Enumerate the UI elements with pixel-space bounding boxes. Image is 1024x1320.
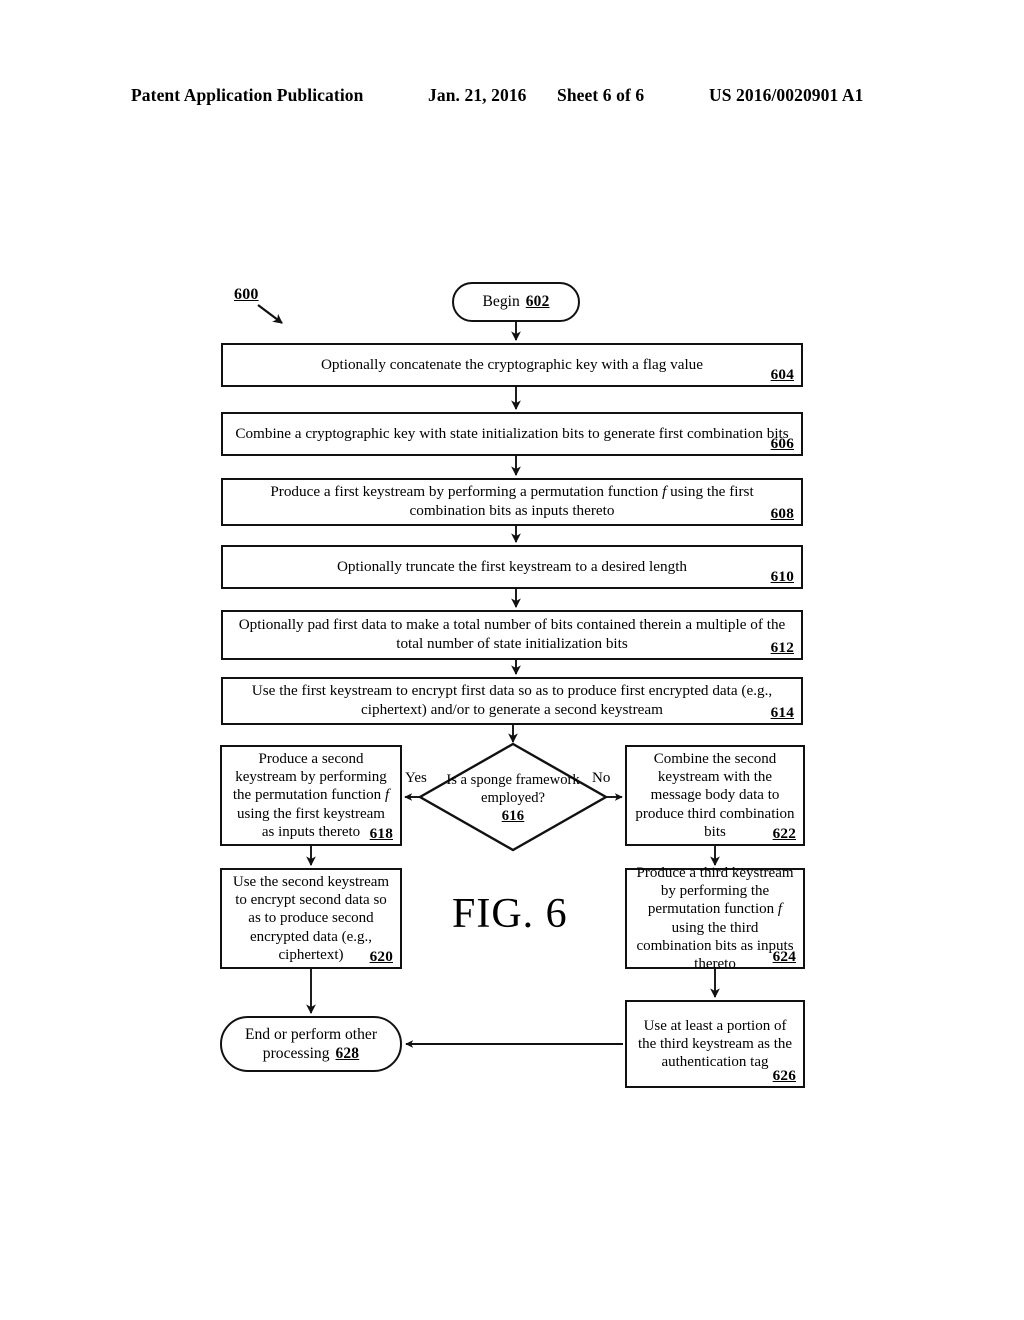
node-608-text: Produce a first keystream by performing … [223,483,801,520]
node-process-626[interactable]: Use at least a portion of the third keys… [625,1000,805,1088]
node-process-606[interactable]: Combine a cryptographic key with state i… [221,412,803,456]
node-608-text-a: Produce a first keystream by performing … [270,483,663,501]
node-624-text-a: Produce a third keystream by performing … [636,864,794,918]
node-602-text: Begin [482,293,520,311]
node-618-text-b: using the first keystream as inputs ther… [237,805,385,840]
node-626-ref: 626 [772,1067,796,1084]
node-614-text: Use the first keystream to encrypt first… [251,682,773,718]
node-626-text: Use at least a portion of the third keys… [637,1017,793,1071]
node-process-608[interactable]: Produce a first keystream by performing … [221,478,803,526]
node-process-624[interactable]: Produce a third keystream by performing … [625,864,805,972]
figure-6-flowchart: 600 Begin 602 Optionally concatenate the … [0,0,1024,1320]
node-624-ref: 624 [772,948,796,965]
node-process-620[interactable]: Use the second keystream to encrypt seco… [220,868,402,969]
node-612-text: Optionally pad first data to make a tota… [238,616,786,652]
branch-label-no: No [592,770,611,786]
branch-label-yes: Yes [405,770,427,786]
node-618-ref: 618 [369,825,393,842]
node-process-612[interactable]: Optionally pad first data to make a tota… [221,610,803,660]
node-process-622[interactable]: Combine the second keystream with the me… [625,745,805,846]
flowchart-connectors [257,304,720,1048]
node-602-ref: 602 [525,293,550,311]
node-610-text: Optionally truncate the first keystream … [336,557,688,575]
permutation-function-symbol: f [384,787,390,804]
node-process-610[interactable]: Optionally truncate the first keystream … [221,545,803,589]
node-628-ref: 628 [335,1044,360,1062]
node-618-text-a: Produce a second keystream by performing… [232,750,387,804]
node-process-618[interactable]: Produce a second keystream by performing… [220,745,402,846]
figure-caption: FIG. 6 [452,891,568,937]
node-616-text-wrap: Is a sponge framework employed? 616 [420,772,606,825]
node-606-text: Combine a cryptographic key with state i… [235,424,789,442]
node-614-ref: 614 [770,704,794,721]
node-process-614[interactable]: Use the first keystream to encrypt first… [221,677,803,725]
node-608-ref: 608 [770,505,794,522]
node-606-ref: 606 [770,435,794,452]
node-decision-616[interactable]: Is a sponge framework employed? 616 [420,744,606,850]
node-process-604[interactable]: Optionally concatenate the cryptographic… [221,343,803,387]
permutation-function-symbol: f [777,901,783,918]
figure-ref-arrow [257,304,283,324]
node-612-ref: 612 [770,639,794,656]
node-604-text: Optionally concatenate the cryptographic… [320,355,704,373]
node-616-ref: 616 [501,807,525,824]
node-604-ref: 604 [770,366,794,383]
node-610-ref: 610 [770,568,794,585]
node-end-628[interactable]: End or perform other processing 628 [220,1016,402,1072]
node-624-text-b: using the third combination bits as inpu… [636,919,794,973]
node-622-ref: 622 [772,825,796,842]
node-begin-602[interactable]: Begin 602 [452,282,580,322]
node-616-text: Is a sponge framework employed? [446,772,580,806]
figure-reference-600: 600 [234,286,259,303]
node-620-ref: 620 [369,948,393,965]
